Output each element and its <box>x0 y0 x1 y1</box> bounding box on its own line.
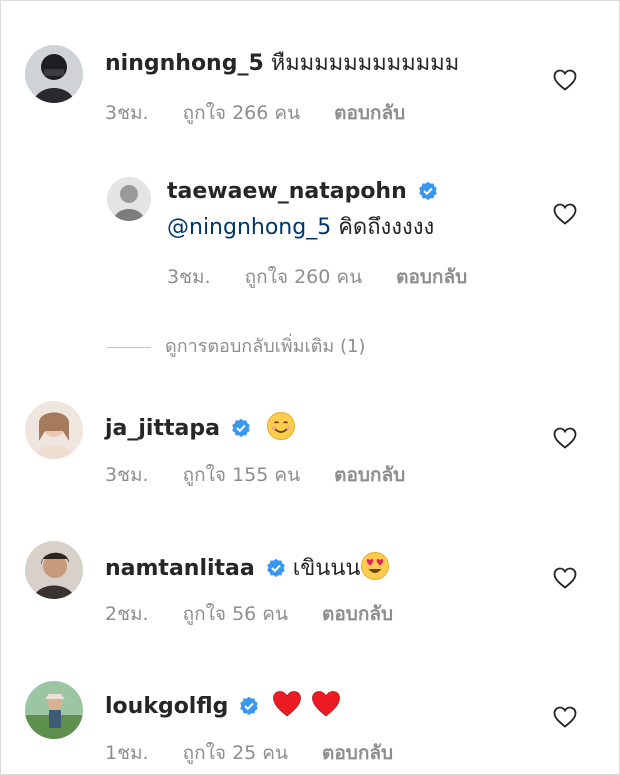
red-heart-emoji-icon <box>273 691 302 717</box>
view-more-replies-button[interactable]: ดูการตอบกลับเพิ่มเติม (1) <box>107 331 365 360</box>
avatar[interactable] <box>25 45 83 103</box>
comment-time: 3ชม. <box>167 266 211 288</box>
username[interactable]: loukgolflg <box>105 694 228 719</box>
comment-time: 3ชม. <box>105 464 149 486</box>
avatar[interactable] <box>25 541 83 599</box>
comment-time: 2ชม. <box>105 603 149 625</box>
heart-eyes-emoji-icon <box>361 552 390 580</box>
verified-badge-icon <box>232 418 250 437</box>
avatar[interactable] <box>25 681 83 739</box>
view-more-replies-label: ดูการตอบกลับเพิ่มเติม (1) <box>165 336 366 357</box>
username[interactable]: namtanlitaa <box>105 556 255 581</box>
mention-link[interactable]: @ningnhong_5 <box>167 215 331 240</box>
username[interactable]: taewaew_natapohn <box>167 179 407 204</box>
heart-icon[interactable] <box>553 427 577 449</box>
like-count[interactable]: ถูกใจ 266 คน <box>183 102 300 124</box>
heart-icon[interactable] <box>553 69 577 91</box>
verified-badge-icon <box>266 558 285 577</box>
comment-text: เขินนน <box>292 556 361 581</box>
divider <box>107 346 151 348</box>
reply-button[interactable]: ตอบกลับ <box>322 742 393 764</box>
like-count[interactable]: ถูกใจ 260 คน <box>245 266 362 288</box>
verified-badge-icon <box>418 181 437 200</box>
heart-icon[interactable] <box>553 567 577 589</box>
comment-time: 1ชม. <box>105 742 149 764</box>
like-count[interactable]: ถูกใจ 56 คน <box>183 603 288 625</box>
verified-badge-icon <box>240 696 259 715</box>
red-heart-emoji-icon <box>312 691 341 717</box>
username[interactable]: ja_jittapa <box>105 416 220 441</box>
reply-button[interactable]: ตอบกลับ <box>334 464 405 486</box>
reply-button[interactable]: ตอบกลับ <box>396 266 467 288</box>
comment-text: หืมมมมมมมมมมมม <box>270 51 460 76</box>
avatar[interactable] <box>107 177 151 221</box>
like-count[interactable]: ถูกใจ 155 คน <box>183 464 300 486</box>
heart-icon[interactable] <box>553 706 577 728</box>
smiling-face-emoji-icon <box>266 412 295 440</box>
reply-button[interactable]: ตอบกลับ <box>322 603 393 625</box>
like-count[interactable]: ถูกใจ 25 คน <box>183 742 288 764</box>
avatar[interactable] <box>25 401 83 459</box>
reply-button[interactable]: ตอบกลับ <box>334 102 405 124</box>
heart-icon[interactable] <box>553 203 577 225</box>
comment-text: คิดถึงงงงง <box>338 215 435 240</box>
username[interactable]: ningnhong_5 <box>105 51 264 76</box>
comment-time: 3ชม. <box>105 102 149 124</box>
comments-panel: ningnhong_5 หืมมมมมมมมมมมม 3ชม. ถูกใจ 26… <box>0 0 620 775</box>
